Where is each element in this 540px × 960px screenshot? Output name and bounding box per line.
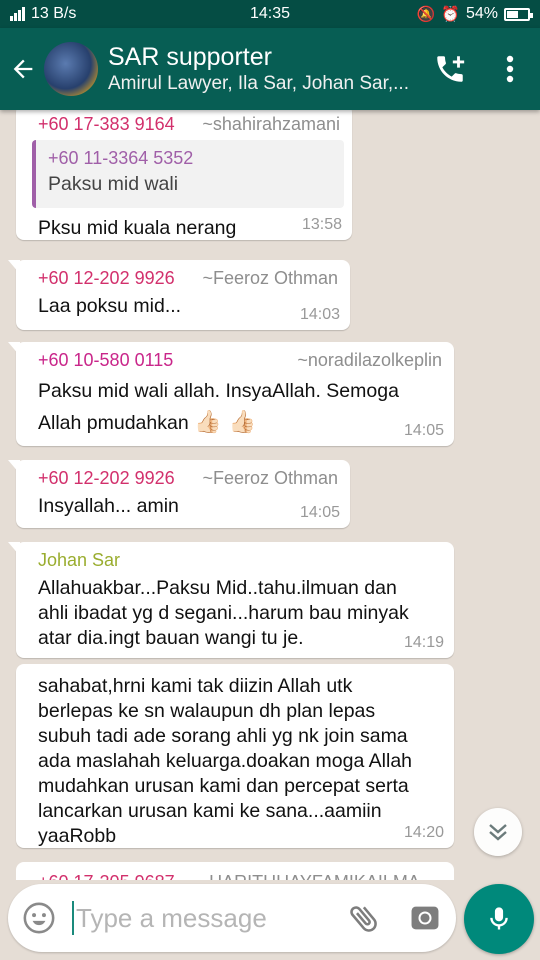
message-bubble[interactable]: +60 17-383 9164 ~shahirahzamani +60 11-3… [16,110,352,240]
quoted-message[interactable]: +60 11-3364 5352 Paksu mid wali [32,140,344,208]
sender-number[interactable]: +60 17-383 9164 [38,112,175,136]
network-speed: 13 B/s [31,5,77,22]
message-time: 14:05 [403,422,444,439]
battery-icon [504,7,533,21]
message-bubble[interactable]: +60 10-580 0115 ~noradilazolkeplin Paksu… [8,342,454,446]
message-text: Laa poksu mid... [38,295,182,317]
group-members: Amirul Lawyer, Ila Sar, Johan Sar,... [108,73,409,94]
voice-record-button[interactable] [464,884,534,954]
more-options-button[interactable] [480,28,540,110]
mute-notifications-icon: 🔕 [416,6,436,23]
alarm-icon: ⏰ [441,6,460,23]
message-time: 14:19 [403,634,444,651]
quoted-text: Paksu mid wali [48,173,179,195]
group-name: SAR supporter [108,43,272,71]
back-arrow-icon [13,59,33,79]
status-bar: 13 B/s 14:35 🔕 ⏰ 54% [0,0,540,28]
message-composer: Type a message [8,884,456,952]
attach-icon[interactable] [346,900,382,936]
message-bubble[interactable]: Johan Sar Allahuakbar...Paksu Mid..tahu.… [8,542,454,658]
sender-pushname: ~HARITHHAYFAMIKAILMA [199,872,420,880]
chevron-double-down-icon [489,824,507,841]
mic-icon [490,907,508,930]
message-time: 14:05 [299,504,340,521]
sender-number[interactable]: +60 17-205 9687 [38,872,175,880]
message-bubble[interactable]: +60 12-202 9926 ~Feeroz Othman Insyallah… [8,460,350,528]
quoted-sender: +60 11-3364 5352 [48,148,194,168]
sender-pushname: ~shahirahzamani [202,114,340,134]
sender-pushname: ~Feeroz Othman [202,268,338,288]
sender-name[interactable]: Johan Sar [38,548,120,572]
scroll-to-bottom-button[interactable] [474,808,522,856]
message-text: Insyallah... amin [38,495,179,517]
message-input[interactable]: Type a message [72,901,346,935]
message-text: sahabat,hrni kami tak diizin Allah utk b… [38,675,413,847]
message-text: Pksu mid kuala nerang [38,217,237,239]
sender-number[interactable]: +60 12-202 9926 [38,466,175,490]
sender-pushname: ~noradilazolkeplin [297,350,442,370]
chat-title-area[interactable]: SAR supporter Amirul Lawyer, Ila Sar, Jo… [108,42,420,96]
thumbs-up-emoji: 👍🏻 👍🏻 [194,410,256,435]
emoji-icon[interactable] [22,901,56,935]
chat-header: SAR supporter Amirul Lawyer, Ila Sar, Jo… [0,28,540,110]
sender-number[interactable]: +60 10-580 0115 [38,348,173,372]
message-bubble-partial[interactable]: +60 17-205 9687 ~HARITHHAYFAMIKAILMA [16,862,454,880]
camera-icon[interactable] [408,901,442,935]
message-bubble[interactable]: sahabat,hrni kami tak diizin Allah utk b… [16,664,454,848]
group-avatar[interactable] [44,42,98,96]
signal-icon [10,7,25,21]
message-bubble[interactable]: +60 12-202 9926 ~Feeroz Othman Laa poksu… [8,260,350,330]
message-time: 14:20 [403,824,444,841]
back-button[interactable] [2,28,44,110]
message-list[interactable]: +60 17-383 9164 ~shahirahzamani +60 11-3… [0,110,540,880]
add-call-button[interactable] [420,28,480,110]
sender-pushname: ~Feeroz Othman [202,468,338,488]
sender-number[interactable]: +60 12-202 9926 [38,266,175,290]
add-call-icon [437,56,465,82]
more-vert-icon [506,55,514,83]
message-time: 13:58 [301,216,342,233]
message-text: Allahuakbar...Paksu Mid..tahu.ilmuan dan… [38,577,409,649]
battery-percent: 54% [465,5,498,22]
message-time: 14:03 [299,306,340,323]
